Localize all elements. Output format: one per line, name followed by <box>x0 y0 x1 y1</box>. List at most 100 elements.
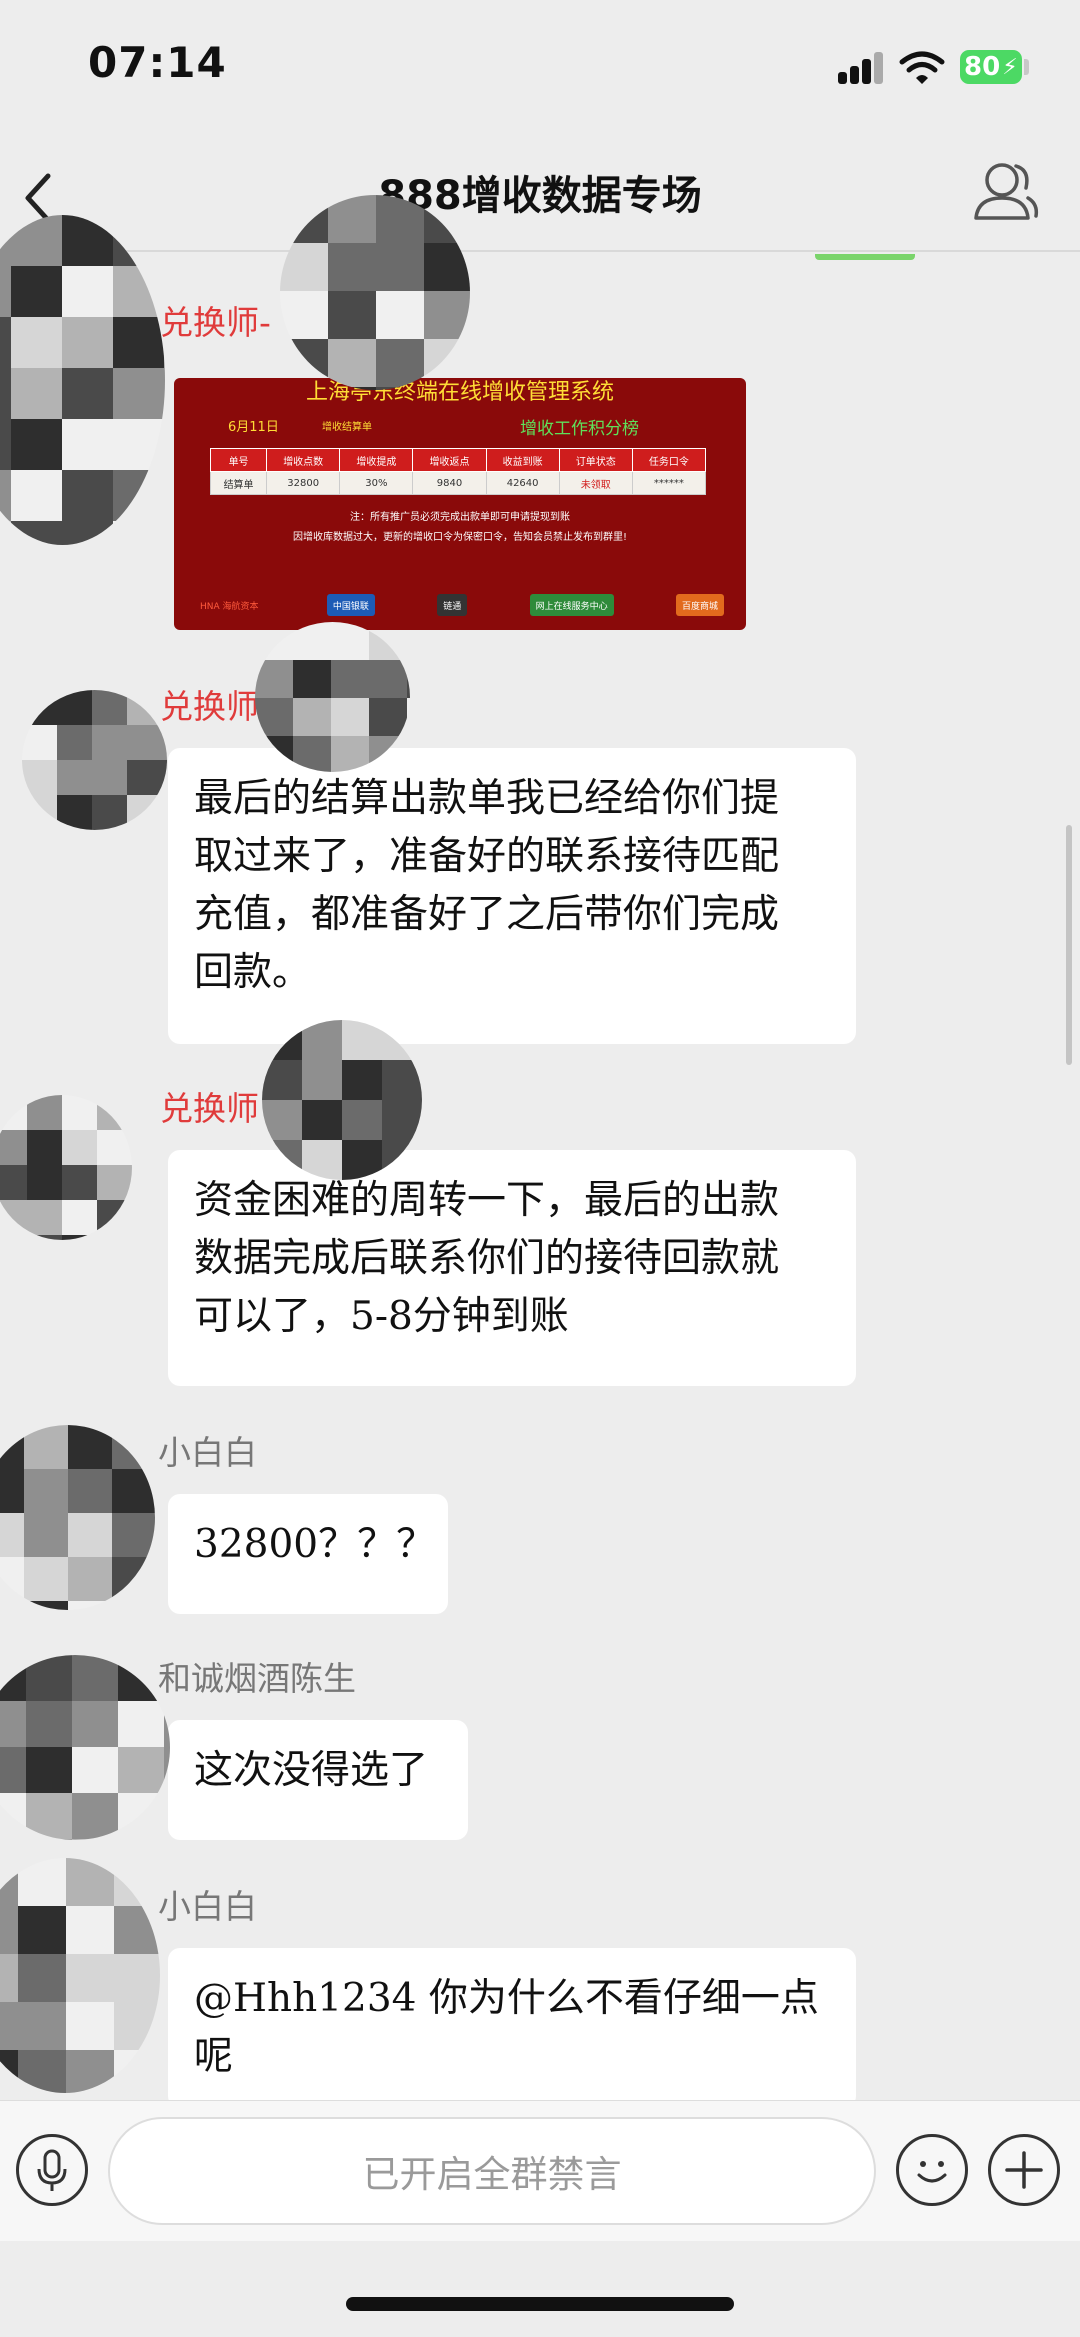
avatar-mosaic-cell <box>328 195 376 243</box>
avatar[interactable] <box>262 1020 422 1180</box>
voice-button[interactable] <box>16 2134 88 2206</box>
avatar-mosaic-cell <box>0 2050 18 2093</box>
avatar-mosaic-cell <box>328 339 376 387</box>
avatar-mosaic-cell <box>382 1140 422 1180</box>
green-accent-bar <box>815 254 915 260</box>
avatar-mosaic-cell <box>68 1513 112 1557</box>
avatar[interactable] <box>0 1655 170 1840</box>
microphone-icon <box>37 2149 67 2191</box>
avatar-mosaic-cell <box>342 1020 382 1060</box>
avatar-mosaic-cell <box>27 1165 62 1200</box>
battery-level: 80 <box>964 52 1001 82</box>
table-row: 结算单 32800 30% 9840 42640 未领取 ****** <box>209 471 707 495</box>
avatar-mosaic-cell <box>328 291 376 339</box>
emoji-button[interactable] <box>896 2134 968 2206</box>
avatar[interactable] <box>0 1858 160 2093</box>
avatar-mosaic-cell <box>407 736 410 772</box>
avatar-mosaic-cell <box>62 1200 97 1235</box>
avatar-mosaic-cell <box>162 760 167 795</box>
avatar-mosaic-cell <box>407 660 410 698</box>
group-members-icon[interactable] <box>972 158 1040 222</box>
avatar-mosaic-cell <box>382 1060 422 1100</box>
avatar-mosaic-cell <box>92 725 127 760</box>
message-bubble[interactable]: 这次没得选了 <box>168 1720 468 1840</box>
message-sender: 兑换师 <box>160 1089 259 1128</box>
avatar-mosaic-cell <box>342 1140 382 1180</box>
avatar-mosaic-cell <box>97 1200 132 1235</box>
avatar-mosaic-cell <box>72 1793 118 1839</box>
message-line: 最后的结算出款单我已经给你们提 <box>194 776 780 821</box>
battery-indicator: 80 ⚡ <box>960 50 1022 84</box>
table-header: 收益到账 <box>485 448 560 472</box>
avatar-mosaic-cell <box>0 215 11 266</box>
avatar-mosaic-cell <box>280 195 328 243</box>
avatar-mosaic-cell <box>424 195 470 243</box>
avatar-mosaic-cell <box>262 1020 302 1060</box>
avatar-mosaic-cell <box>113 266 164 317</box>
avatar-mosaic-cell <box>255 698 293 736</box>
avatar-mosaic-cell <box>97 1235 132 1240</box>
shared-image[interactable]: 上海亭东终端在线增收管理系统 6月11日 增收结算单 增收工作积分榜 单号 增收… <box>174 378 746 630</box>
avatar-mosaic-cell <box>255 622 293 660</box>
avatar[interactable] <box>22 690 167 830</box>
avatar[interactable] <box>280 195 470 390</box>
avatar-mosaic-cell <box>164 419 165 470</box>
avatar-mosaic-cell <box>62 1235 97 1240</box>
message-bubble[interactable]: 最后的结算出款单我已经给你们提 取过来了，准备好的联系接待匹配 充值，都准备好了… <box>168 748 856 1044</box>
logo-unionpay: 中国银联 <box>326 594 375 616</box>
avatar[interactable] <box>0 1425 155 1610</box>
avatar-mosaic-cell <box>0 419 11 470</box>
avatar[interactable] <box>0 1095 132 1240</box>
message-bubble[interactable]: 32800？？？ <box>168 1494 448 1614</box>
avatar[interactable] <box>255 622 410 772</box>
avatar-mosaic-cell <box>18 2050 66 2093</box>
avatar[interactable] <box>0 215 165 545</box>
avatar-mosaic-cell <box>27 1095 62 1130</box>
message-line: 呢 <box>194 2034 234 2079</box>
plus-button[interactable] <box>988 2134 1060 2206</box>
avatar-mosaic-cell <box>164 521 165 545</box>
avatar-mosaic-cell <box>376 339 424 387</box>
avatar-mosaic-cell <box>11 470 62 521</box>
message-line: 资金困难的周转一下，最后的出款 <box>194 1178 780 1223</box>
avatar-mosaic-cell <box>280 339 328 387</box>
avatar-mosaic-cell <box>0 1469 24 1513</box>
avatar-mosaic-cell <box>0 1858 18 1906</box>
message-line: @Hhh1234 你为什么不看仔细一点 <box>194 1976 819 2021</box>
avatar-mosaic-cell <box>68 1469 112 1513</box>
avatar-mosaic-cell <box>118 1839 164 1840</box>
avatar-mosaic-cell <box>66 1906 114 1954</box>
avatar-mosaic-cell <box>97 1165 132 1200</box>
message-bubble[interactable]: 资金困难的周转一下，最后的出款 数据完成后联系你们的接待回款就 可以了，5-8分… <box>168 1150 856 1386</box>
table-cell: ****** <box>631 471 707 495</box>
logo-mall: 百度商城 <box>675 594 724 616</box>
battery-tip <box>1024 59 1029 75</box>
avatar-mosaic-cell <box>0 1655 26 1701</box>
avatar-mosaic-cell <box>127 690 162 725</box>
avatar-mosaic-cell <box>18 1954 66 2002</box>
avatar-mosaic-cell <box>293 622 331 660</box>
scrollbar[interactable] <box>1066 825 1072 1065</box>
avatar-mosaic-cell <box>114 1954 160 2002</box>
message-line: 取过来了，准备好的联系接待匹配 <box>194 834 780 879</box>
avatar-mosaic-cell <box>112 1557 155 1601</box>
message-bubble[interactable]: @Hhh1234 你为什么不看仔细一点 呢 <box>168 1948 856 2108</box>
avatar-mosaic-cell <box>18 1906 66 1954</box>
home-indicator[interactable] <box>346 2297 734 2311</box>
avatar-mosaic-cell <box>18 1858 66 1906</box>
logo-liantong: 链通 <box>437 594 468 616</box>
message-line: 充值，都准备好了之后带你们完成 <box>194 892 780 937</box>
avatar-mosaic-cell <box>331 698 369 736</box>
avatar-mosaic-cell <box>26 1793 72 1839</box>
avatar-mosaic-cell <box>114 2002 160 2050</box>
avatar-mosaic-cell <box>302 1060 342 1100</box>
avatar-mosaic-cell <box>424 291 470 339</box>
avatar-mosaic-cell <box>26 1701 72 1747</box>
avatar-mosaic-cell <box>118 1701 164 1747</box>
avatar-mosaic-cell <box>18 2002 66 2050</box>
settlement-table: 单号 增收点数 增收提成 增收返点 收益到账 订单状态 任务口令 结算单 328… <box>209 448 707 495</box>
avatar-mosaic-cell <box>11 266 62 317</box>
avatar-mosaic-cell <box>164 1839 170 1840</box>
avatar-mosaic-cell <box>127 795 162 830</box>
avatar-mosaic-cell <box>376 291 424 339</box>
